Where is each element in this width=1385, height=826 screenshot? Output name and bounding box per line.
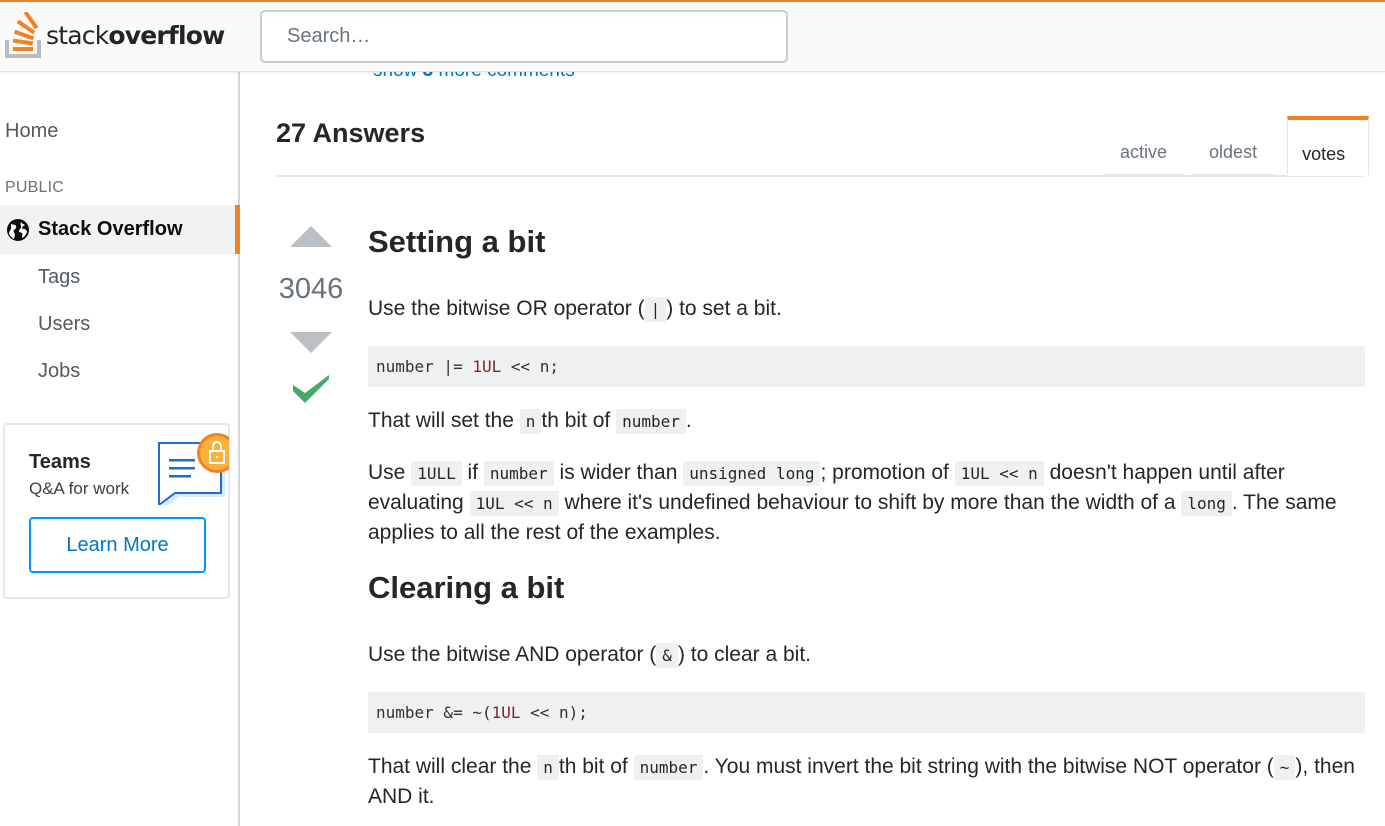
text: ; promotion of (820, 461, 955, 484)
search-input[interactable]: Search… (260, 10, 788, 63)
learn-more-button[interactable]: Learn More (29, 517, 206, 573)
text: if (461, 461, 484, 484)
teams-chat-lock-icon (158, 433, 229, 505)
globe-icon (7, 218, 29, 241)
vote-cell: 3046 (276, 226, 346, 407)
sidebar-item-stack-overflow[interactable]: Stack Overflow (0, 205, 240, 254)
text: th bit of (541, 409, 617, 432)
vote-count: 3046 (278, 273, 344, 305)
paragraph-set-note: Use 1ULL if number is wider than unsigne… (368, 458, 1365, 547)
downvote-arrow-icon[interactable] (290, 332, 332, 353)
sidebar-item-tags[interactable]: Tags (38, 266, 80, 289)
logo-text-bold: overflow (108, 20, 225, 50)
text: ) to clear a bit. (677, 643, 811, 666)
code-number: 1UL (491, 703, 521, 722)
paragraph-set-intro: Use the bitwise OR operator (|) to set a… (368, 294, 1365, 324)
tab-oldest[interactable]: oldest (1192, 116, 1275, 176)
heading-clearing-a-bit: Clearing a bit (368, 570, 565, 605)
tab-votes[interactable]: votes (1287, 116, 1370, 176)
answers-count-heading: 27 Answers (276, 118, 426, 148)
paragraph-set-desc: That will set the n th bit of number. (368, 406, 1365, 436)
stack-logo-icon (5, 12, 41, 58)
teams-title: Teams (29, 451, 91, 473)
text: where it's undefined behaviour to shift … (558, 491, 1182, 514)
main-content: show 3 more comments 27 Answers active o… (240, 60, 1385, 826)
inline-code: long (1181, 491, 1232, 516)
sidebar-section-public: PUBLIC (5, 179, 64, 196)
teams-subtitle: Q&A for work (29, 479, 130, 498)
inline-code: 1UL << n (469, 491, 559, 516)
paragraph-clear-intro: Use the bitwise AND operator (&) to clea… (368, 640, 1365, 670)
inline-code: | (644, 297, 667, 322)
logo-text: stackoverflow (46, 20, 225, 50)
inline-code: number (483, 461, 554, 486)
text: Use the bitwise AND operator ( (368, 643, 657, 666)
inline-code: number (616, 409, 686, 434)
sidebar-item-label: Stack Overflow (38, 218, 183, 240)
paragraph-clear-desc: That will clear the n th bit of number. Y… (368, 752, 1365, 811)
text: . (685, 409, 692, 432)
left-sidebar: Home PUBLIC Stack Overflow Tags Users Jo… (0, 72, 240, 826)
top-bar: stackoverflow Search… (0, 0, 1385, 72)
code-text: << n; (501, 357, 560, 376)
text: ) to set a bit. (666, 297, 782, 320)
sidebar-item-home[interactable]: Home (5, 120, 58, 143)
code-text: << n); (520, 703, 588, 722)
inline-code: & (656, 643, 678, 668)
text: th bit of (558, 755, 634, 778)
tab-active[interactable]: active (1103, 116, 1185, 176)
inline-code: 1UL << n (954, 461, 1044, 486)
teams-promo-card: Teams Q&A for work Learn More (3, 423, 230, 599)
upvote-arrow-icon[interactable] (290, 226, 332, 247)
inline-code: number (633, 755, 704, 780)
text: Use (368, 461, 412, 484)
inline-code: unsigned long (683, 461, 821, 486)
accepted-checkmark-icon (293, 375, 329, 403)
inline-code: ~ (1273, 755, 1296, 780)
text: That will clear the (368, 755, 538, 778)
logo-text-light: stack (46, 20, 109, 50)
sort-tabs: active oldest votes (1103, 116, 1370, 178)
text: is wider than (553, 461, 684, 484)
sidebar-item-jobs[interactable]: Jobs (38, 360, 80, 383)
sidebar-item-users[interactable]: Users (38, 313, 90, 336)
text: That will set the (368, 409, 520, 432)
text: Use the bitwise OR operator ( (368, 297, 645, 320)
stackoverflow-logo[interactable]: stackoverflow (5, 10, 225, 60)
code-text: number |= (376, 357, 473, 376)
inline-code: n (537, 755, 559, 780)
code-text: number &= ~( (376, 703, 492, 722)
search-placeholder: Search… (287, 25, 371, 47)
heading-setting-a-bit: Setting a bit (368, 224, 546, 259)
inline-code: n (519, 409, 542, 434)
code-block-set: number |= 1UL << n; (368, 346, 1365, 387)
code-block-clear: number &= ~(1UL << n); (368, 692, 1365, 733)
inline-code: 1ULL (411, 461, 462, 486)
text: . You must invert the bit string with th… (703, 755, 1274, 778)
code-number: 1UL (472, 357, 502, 376)
